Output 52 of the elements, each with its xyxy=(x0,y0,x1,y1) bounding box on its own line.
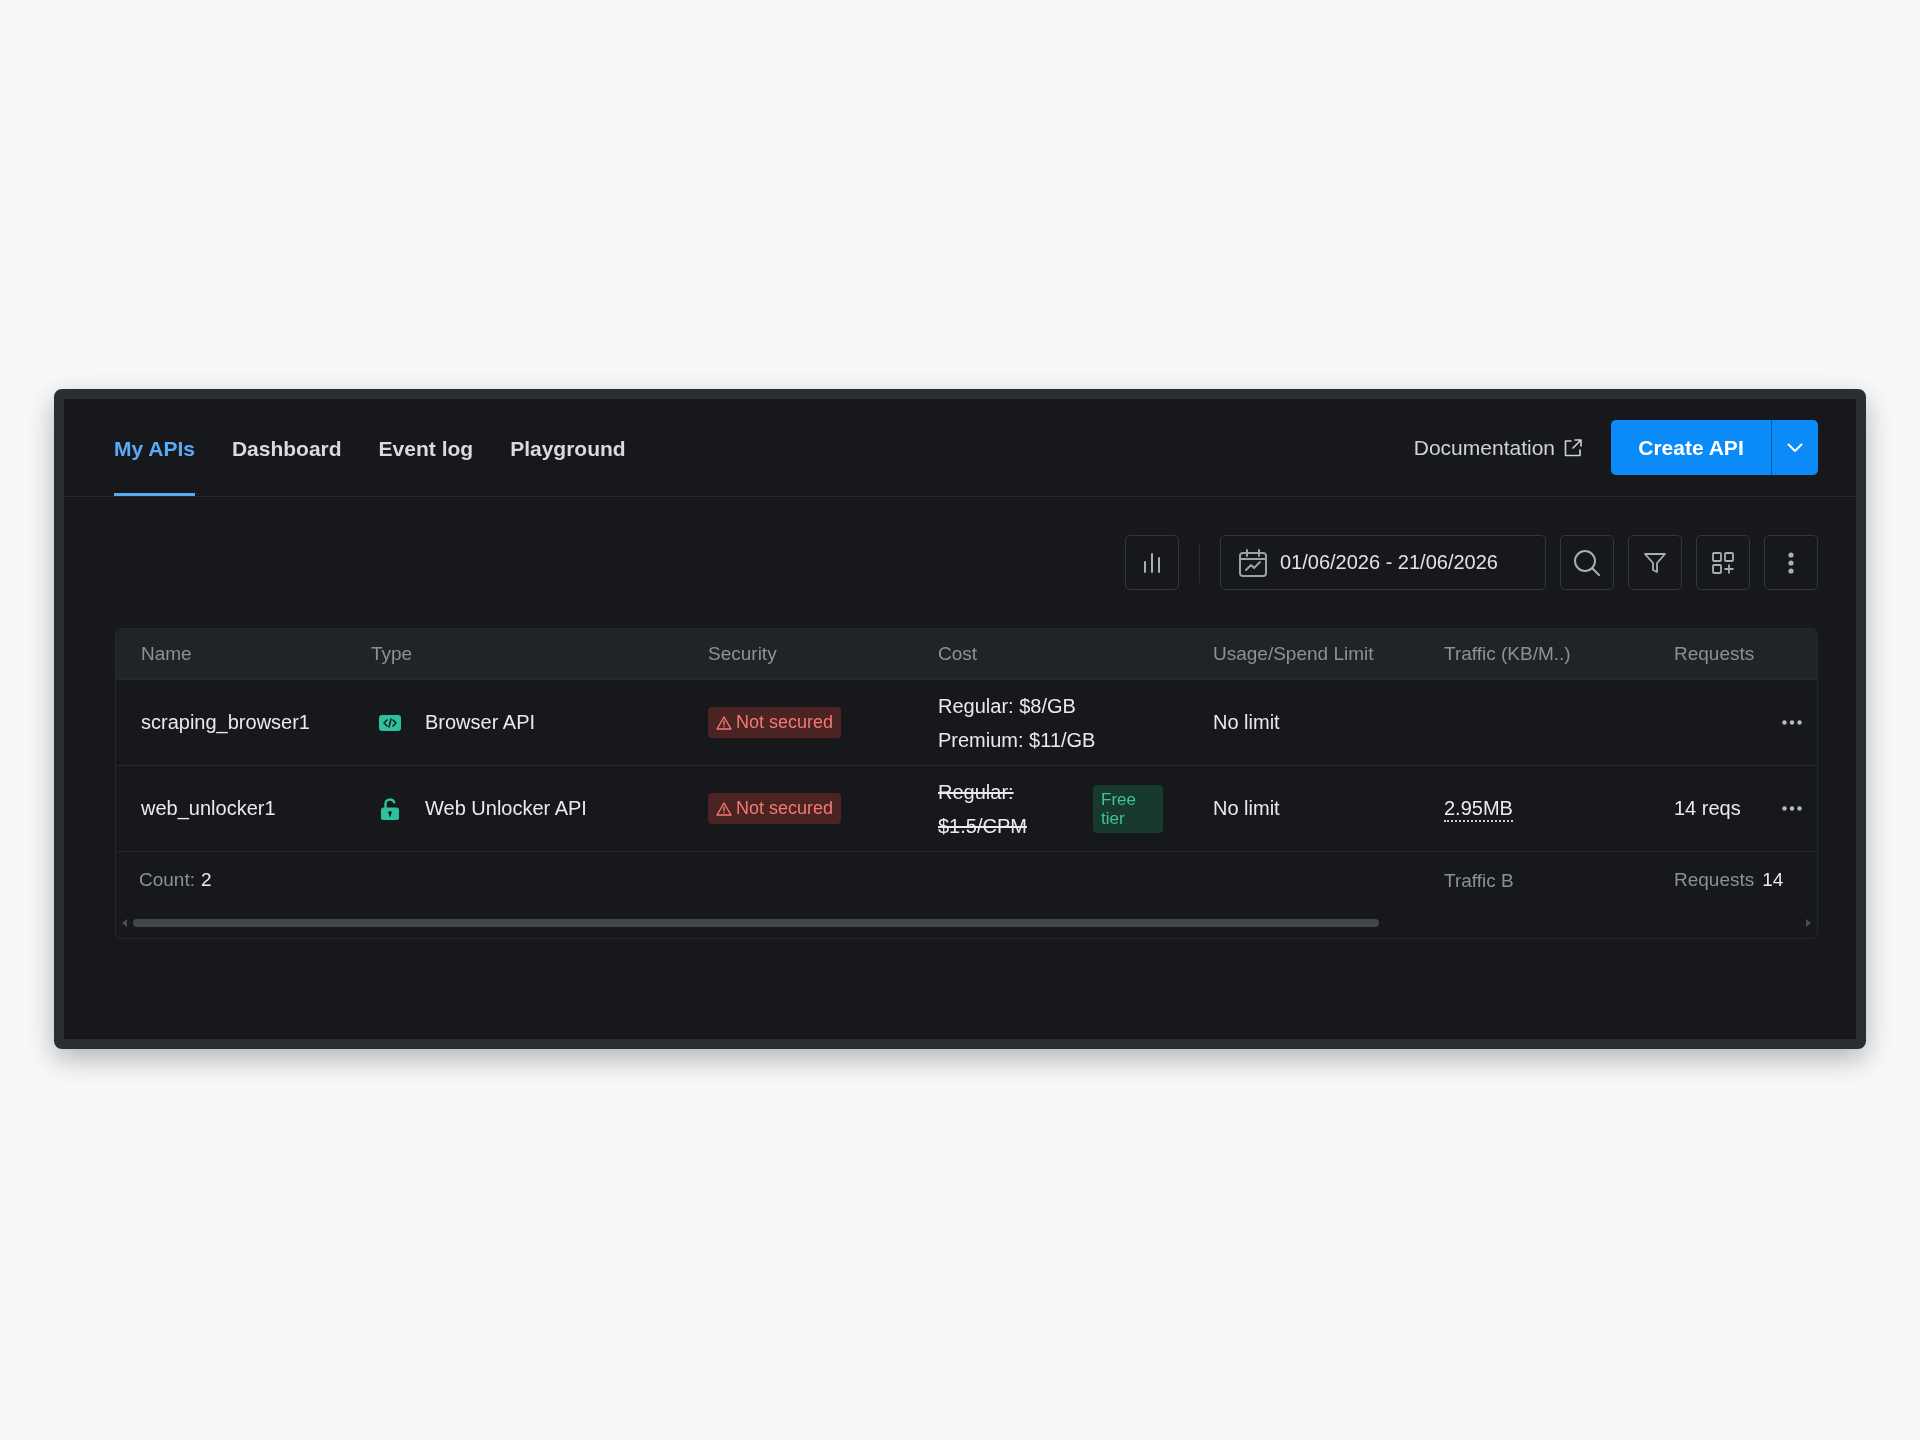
scrollbar-thumb[interactable] xyxy=(133,919,1379,927)
tab[interactable]: Playground xyxy=(510,399,626,496)
traffic-value: 2.95MB xyxy=(1444,797,1513,822)
open-lock-icon xyxy=(381,797,399,820)
date-range-field[interactable]: 01/06/2026 - 21/06/2026 xyxy=(1220,535,1546,590)
more-icon xyxy=(1788,551,1794,574)
chart-button[interactable] xyxy=(1125,535,1179,590)
search-icon xyxy=(1574,549,1600,576)
traffic-total-label: Traffic B xyxy=(1444,869,1514,891)
api-type: Web Unlocker API xyxy=(425,797,587,820)
tier-label: Free tier xyxy=(1093,784,1163,833)
limit-text: No limit xyxy=(1213,797,1280,819)
api-name: scraping_browser1 xyxy=(141,711,310,733)
api-type: Browser API xyxy=(425,711,536,734)
code-icon xyxy=(379,714,401,731)
grid-add-icon xyxy=(1712,551,1734,574)
limit-text: No limit xyxy=(1213,711,1280,733)
column-header: Name xyxy=(140,643,193,665)
more-button[interactable] xyxy=(1764,535,1818,590)
add-widget-button[interactable] xyxy=(1696,535,1750,590)
calendar-icon xyxy=(1239,548,1267,577)
status-text: Not secured xyxy=(736,798,834,819)
count-value: 2 xyxy=(201,869,212,891)
requests-value: 14 xyxy=(1762,869,1784,891)
caret-icon xyxy=(1787,442,1803,453)
column-header: Type xyxy=(370,643,414,665)
column-header: Cost xyxy=(937,643,979,665)
warning-icon xyxy=(716,801,732,816)
ellipsis-icon[interactable] xyxy=(1781,806,1802,811)
ellipsis-icon[interactable] xyxy=(1781,720,1802,725)
external-link-icon xyxy=(1564,438,1582,457)
column-header: Usage/Spend Limit xyxy=(1212,643,1375,665)
tab[interactable]: Event log xyxy=(378,399,474,496)
column-header: Security xyxy=(707,643,778,665)
requests-label: Requests xyxy=(1674,869,1755,891)
search-button[interactable] xyxy=(1560,535,1614,590)
tab[interactable]: Dashboard xyxy=(231,399,342,496)
filter-icon xyxy=(1644,551,1666,574)
request-count: 14 reqs xyxy=(1674,797,1741,819)
api-name: web_unlocker1 xyxy=(141,797,276,819)
price-text: Regular: $1.5/CPM xyxy=(938,779,1028,839)
status-text: Not secured xyxy=(736,712,834,733)
warning-icon xyxy=(716,715,732,730)
count-label: Count: xyxy=(139,869,195,891)
price-text: Regular: $8/GB xyxy=(938,693,1077,719)
column-header: Requests xyxy=(1673,643,1756,665)
documentation-link[interactable]: Documentation xyxy=(1413,435,1582,460)
filter-button[interactable] xyxy=(1628,535,1682,590)
column-header: Traffic (KB/M..) xyxy=(1443,643,1572,665)
tab[interactable]: My APIs xyxy=(114,399,195,496)
price-text: Premium: $11/GB xyxy=(938,727,1096,753)
bar-chart-icon xyxy=(1142,552,1162,573)
